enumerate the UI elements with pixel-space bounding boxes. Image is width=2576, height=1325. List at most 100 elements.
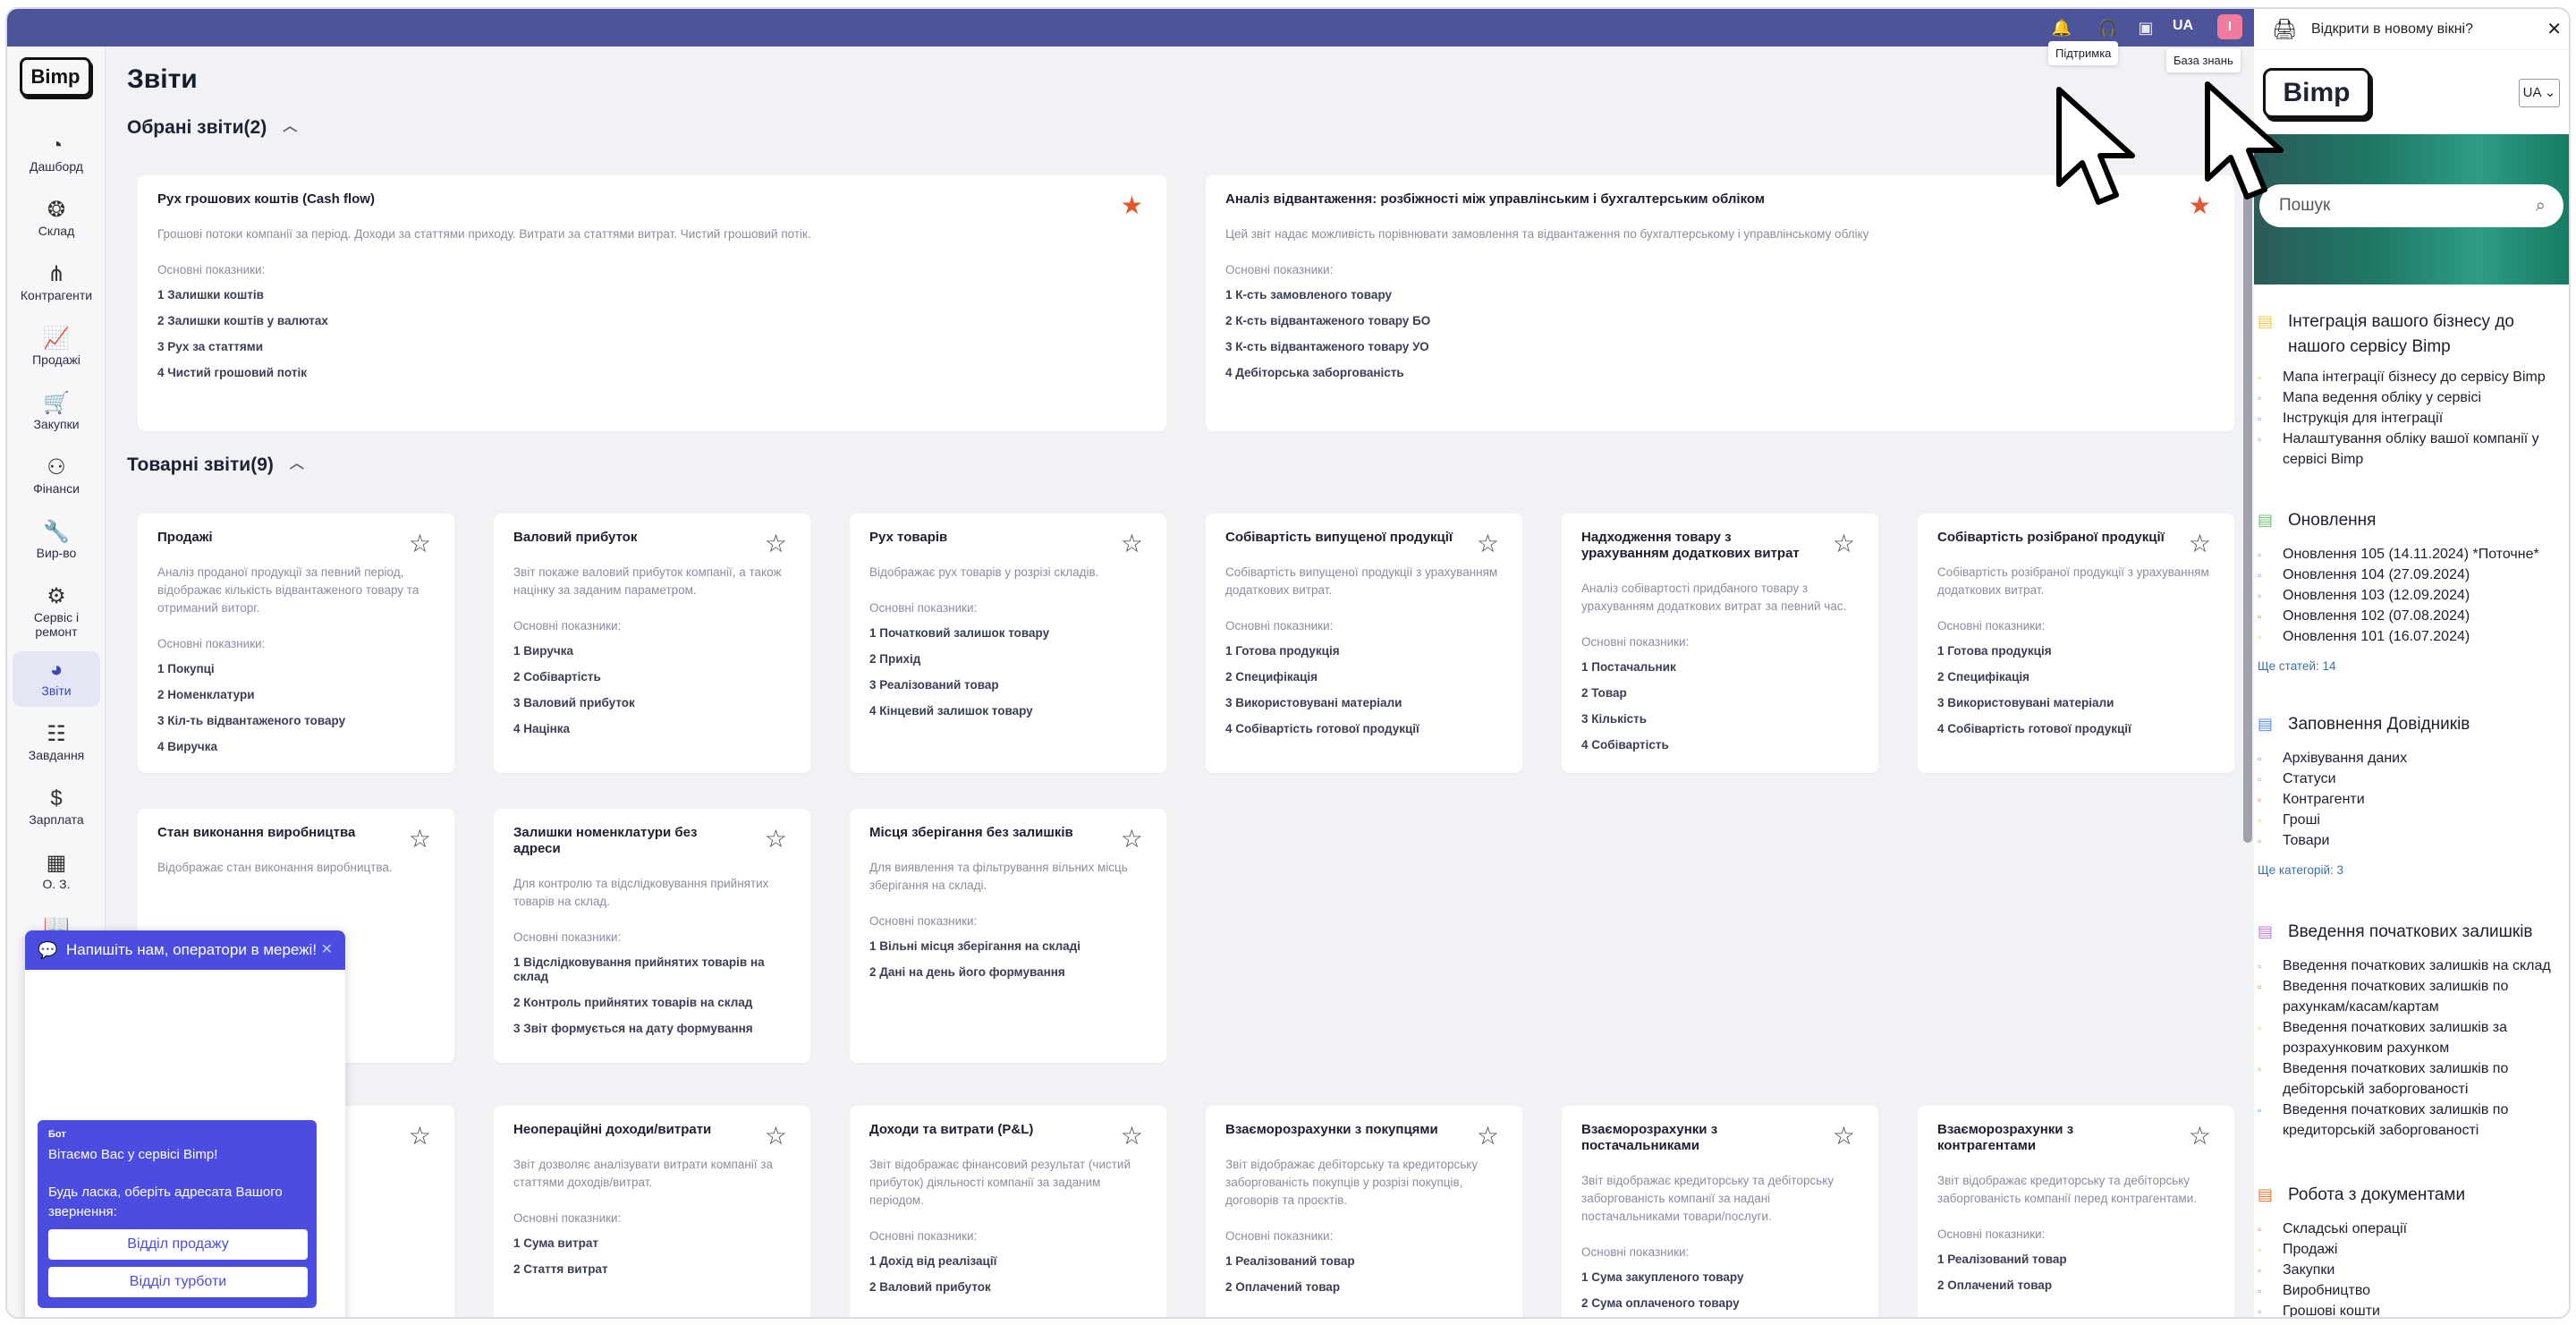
report-card[interactable]: Неопераційні доходи/витрати ☆ Звіт дозволя… [494,1106,810,1317]
book-icon[interactable]: ▣ [2134,16,2157,39]
favorite-star-icon[interactable]: ☆ [765,827,787,852]
chat-widget[interactable]: 💬 Напишіть нам, оператори в мережі! ✕ Бо… [25,930,345,1317]
favorite-star-icon[interactable]: ☆ [1477,1124,1499,1149]
logo[interactable]: Bimp [20,57,91,97]
favorite-star-icon[interactable]: ☆ [2189,531,2211,556]
kb-link[interactable]: ▫ Контрагенти [2258,789,2569,810]
kb-link[interactable]: ▫ Товари [2258,830,2569,851]
kb-link[interactable]: ▫ Введення початкових залишків на склад [2258,956,2569,976]
kb-section-title[interactable]: ▤ Інтеграція вашого бізнесу до нашого сер… [2258,310,2569,360]
kb-more-link[interactable]: Ще статей: 14 [2258,659,2569,673]
kb-link[interactable]: ▫ Статуси [2258,769,2569,789]
report-title[interactable]: Неопераційні доходи/витрати [513,1122,791,1138]
kb-link[interactable]: ▫ Введення початкових залишків за розраху… [2258,1017,2569,1058]
report-title[interactable]: Місця зберігання без залишків [869,825,1147,841]
kb-link[interactable]: ▫ Мапа ведення обліку у сервісі [2258,387,2569,408]
kb-section-title[interactable]: ▤ Заповнення Довідників [2258,712,2569,737]
sidebar-item-production[interactable]: 🔧 Вир-во [13,514,100,569]
report-title[interactable]: Залишки номенклатури без адреси [513,825,791,857]
report-card[interactable]: Залишки номенклатури без адреси ☆ Для конт… [494,809,810,1063]
kb-link[interactable]: ▫ Продажі [2258,1239,2569,1260]
kb-link[interactable]: ▫ Інструкція для інтеграції [2258,408,2569,429]
favorite-star-icon[interactable]: ☆ [765,531,787,556]
report-card[interactable]: Валовий прибуток ☆ Звіт покаже валовий при… [494,514,810,773]
kb-link[interactable]: ▫ Оновлення 104 (27.09.2024) [2258,565,2569,585]
report-title[interactable]: Доходи та витрати (P&L) [869,1122,1147,1138]
care-department-button[interactable]: Відділ турботи [48,1267,308,1297]
favorite-star-icon[interactable]: ☆ [409,531,431,556]
kb-section-title[interactable]: ▤ Введення початкових залишків [2258,920,2569,945]
sidebar-item-cart[interactable]: 🛒 Закупки [13,385,100,440]
kb-section-title[interactable]: ▤ Робота з документами [2258,1183,2569,1208]
report-card[interactable]: Продажі ☆ Аналіз проданої продукції за пев… [138,514,454,773]
sidebar-item-warehouse[interactable]: ❂ Склад [13,191,100,247]
report-card[interactable]: Доходи та витрати (P&L) ☆ Звіт відображає … [850,1106,1166,1317]
sales-department-button[interactable]: Відділ продажу [48,1229,308,1260]
report-card[interactable]: Собівартість розібраної продукції ☆ Собіва… [1918,514,2234,773]
kb-link[interactable]: ▫ Оновлення 102 (07.08.2024) [2258,606,2569,626]
sidebar-item-sales[interactable]: 📈 Продажі [13,320,100,376]
sidebar-item-salary[interactable]: $ Зарплата [13,780,100,836]
kb-link[interactable]: ▫ Введення початкових залишків по рахунка… [2258,976,2569,1017]
report-card[interactable]: Місця зберігання без залишків ☆ Для виявле… [850,809,1166,1063]
chat-header[interactable]: 💬 Напишіть нам, оператори в мережі! ✕ [25,930,345,970]
favorite-star-icon[interactable]: ☆ [2189,1124,2211,1149]
report-title[interactable]: Собівартість розібраної продукції [1937,530,2215,546]
search-icon[interactable]: ⌕ [2536,184,2546,227]
kb-link[interactable]: ▫ Оновлення 103 (12.09.2024) [2258,585,2569,606]
kb-link[interactable]: ▫ Закупки [2258,1260,2569,1280]
report-card[interactable]: Взаєморозрахунки з постачальниками ☆ Звіт … [1562,1106,1878,1317]
kb-link[interactable]: ▫ Складські операції [2258,1219,2569,1239]
report-title[interactable]: Взаєморозрахунки з постачальниками [1581,1122,1859,1154]
favorite-star-icon[interactable]: ☆ [409,827,431,852]
favorite-star-icon[interactable]: ☆ [1833,531,1855,556]
section-goods[interactable]: Товарні звіти(9) ︿ [127,454,304,476]
report-card[interactable]: Собівартість випущеної продукції ☆ Собівар… [1206,514,1522,773]
favorite-star-icon[interactable]: ☆ [1121,1124,1143,1149]
kb-link[interactable]: ▫ Налаштування обліку вашої компанії у се… [2258,429,2569,470]
language-switch[interactable]: UA [2173,18,2193,34]
report-title[interactable]: Рух товарів [869,530,1147,546]
sidebar-item-finance[interactable]: ⚇ Фінанси [13,449,100,505]
kb-link[interactable]: ▫ Оновлення 105 (14.11.2024) *Поточне* [2258,544,2569,565]
report-title[interactable]: Взаєморозрахунки з покупцями [1225,1122,1503,1138]
sidebar-item-assets[interactable]: ▦ О. З. [13,845,100,900]
report-title[interactable]: Валовий прибуток [513,530,791,546]
kb-link[interactable]: ▫ Гроші [2258,810,2569,830]
report-title[interactable]: Надходження товару з урахуванням додатко… [1581,530,1859,562]
chevron-up-icon[interactable]: ︿ [283,114,297,135]
kb-link[interactable]: ▫ Введення початкових залишків по кредито… [2258,1100,2569,1141]
report-card[interactable]: Надходження товару з урахуванням додатко… [1562,514,1878,773]
report-title[interactable]: Взаєморозрахунки з контрагентами [1937,1122,2215,1154]
favorite-star-icon[interactable]: ☆ [1121,827,1143,852]
headset-icon[interactable]: 🎧 [2097,16,2120,39]
report-card[interactable]: Взаєморозрахунки з покупцями ☆ Звіт відобр… [1206,1106,1522,1317]
favorite-star-icon[interactable]: ☆ [409,1124,431,1149]
report-card[interactable]: Рух товарів ☆ Відображає рух товарів у роз… [850,514,1166,773]
kb-link[interactable]: ▫ Оновлення 101 (16.07.2024) [2258,626,2569,647]
report-card[interactable]: Аналіз відвантаження: розбіжності між уп… [1206,175,2234,431]
chevron-up-icon[interactable]: ︿ [290,451,304,472]
scrollbar[interactable] [2243,163,2252,843]
kb-link[interactable]: ▫ Архівування даних [2258,748,2569,769]
bell-icon[interactable]: 🔔 [2050,16,2073,39]
report-title[interactable]: Стан виконання виробництва [157,825,435,841]
report-title[interactable]: Продажі [157,530,435,546]
report-title[interactable]: Собівартість випущеної продукції [1225,530,1503,546]
favorite-star-icon[interactable]: ☆ [1833,1124,1855,1149]
favorite-star-icon[interactable]: ★ [1121,193,1143,218]
sidebar-item-service[interactable]: ⚙ Сервіс і ремонт [13,578,100,641]
printer-icon[interactable]: 🖨 [2272,9,2297,50]
kb-more-link[interactable]: Ще категорій: 3 [2258,863,2569,877]
kb-link[interactable]: ▫ Грошові кошти [2258,1301,2569,1317]
close-icon[interactable]: ✕ [2546,9,2562,50]
sidebar-item-tasks[interactable]: ☷ Завдання [13,716,100,771]
report-title[interactable]: Рух грошових коштів (Cash flow) [157,191,1147,208]
kb-link[interactable]: ▫ Введення початкових залишків по дебітор… [2258,1058,2569,1100]
kb-language-select[interactable]: UA ⌄ [2519,79,2560,107]
report-card[interactable]: Рух грошових коштів (Cash flow) ★ Грошові … [138,175,1166,431]
sidebar-item-reports[interactable]: ◕ Звіти [13,651,100,707]
kb-search-input[interactable]: Пошук ⌕ [2259,184,2563,227]
favorite-star-icon[interactable]: ☆ [1121,531,1143,556]
sidebar-item-contractors[interactable]: ⋔ Контрагенти [13,256,100,311]
